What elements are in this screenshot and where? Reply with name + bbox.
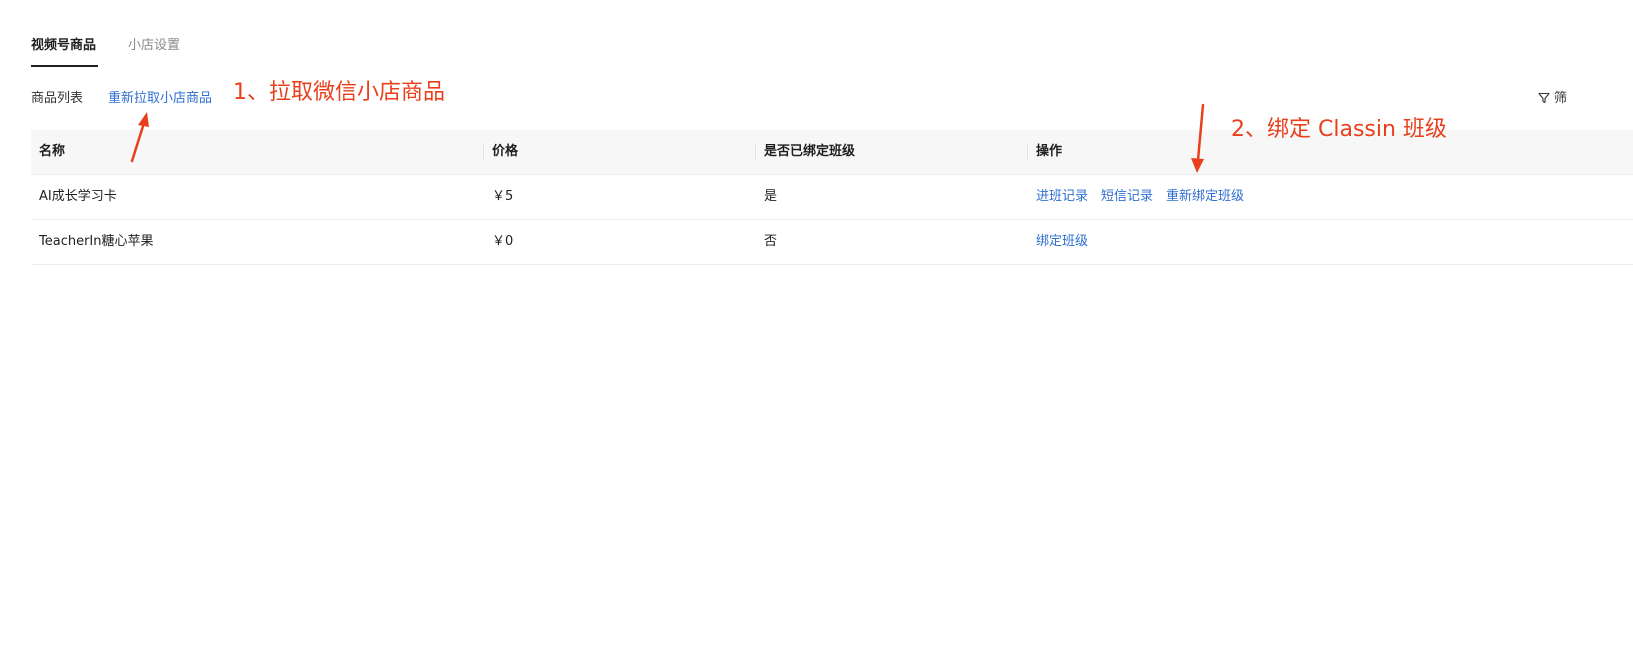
column-header-actions: 操作 xyxy=(1036,144,1063,159)
table-row: TeacherIn糖心苹果 ￥0 否 绑定班级 xyxy=(31,220,1633,265)
product-list-title: 商品列表 xyxy=(31,91,84,106)
tab-shop-settings[interactable]: 小店设置 xyxy=(128,37,180,55)
tab-bar: 视频号商品 小店设置 xyxy=(31,0,1633,68)
cell-bound: 否 xyxy=(764,234,778,249)
column-header-name: 名称 xyxy=(39,144,66,159)
cell-name: TeacherIn糖心苹果 xyxy=(39,234,154,249)
cell-price: ￥5 xyxy=(492,189,514,204)
column-divider xyxy=(755,143,756,161)
filter-icon xyxy=(1538,92,1550,110)
class-entry-records-link[interactable]: 进班记录 xyxy=(1036,188,1088,206)
annotation-step-1: 1、拉取微信小店商品 xyxy=(233,80,445,105)
refetch-shop-products-button[interactable]: 重新拉取小店商品 xyxy=(108,90,212,108)
rebind-class-link[interactable]: 重新绑定班级 xyxy=(1166,188,1244,206)
filter-label: 筛 xyxy=(1554,91,1568,106)
table-row: AI成长学习卡 ￥5 是 进班记录 短信记录 重新绑定班级 xyxy=(31,175,1633,220)
column-divider xyxy=(1027,143,1028,161)
active-tab-indicator xyxy=(31,65,98,67)
filter-button[interactable]: 筛 xyxy=(1538,90,1567,110)
column-header-price: 价格 xyxy=(492,144,519,159)
cell-price: ￥0 xyxy=(492,234,514,249)
annotation-step-2: 2、绑定 Classin 班级 xyxy=(1231,117,1447,142)
bind-class-link[interactable]: 绑定班级 xyxy=(1036,233,1088,251)
product-table: 名称 价格 是否已绑定班级 操作 AI成长学习卡 ￥5 是 进班记录 短信记录 … xyxy=(31,130,1633,265)
column-divider xyxy=(483,143,484,161)
column-header-bound: 是否已绑定班级 xyxy=(764,144,856,159)
sms-records-link[interactable]: 短信记录 xyxy=(1101,188,1153,206)
cell-bound: 是 xyxy=(764,189,778,204)
tab-channel-products[interactable]: 视频号商品 xyxy=(31,37,96,55)
cell-name: AI成长学习卡 xyxy=(39,189,117,204)
